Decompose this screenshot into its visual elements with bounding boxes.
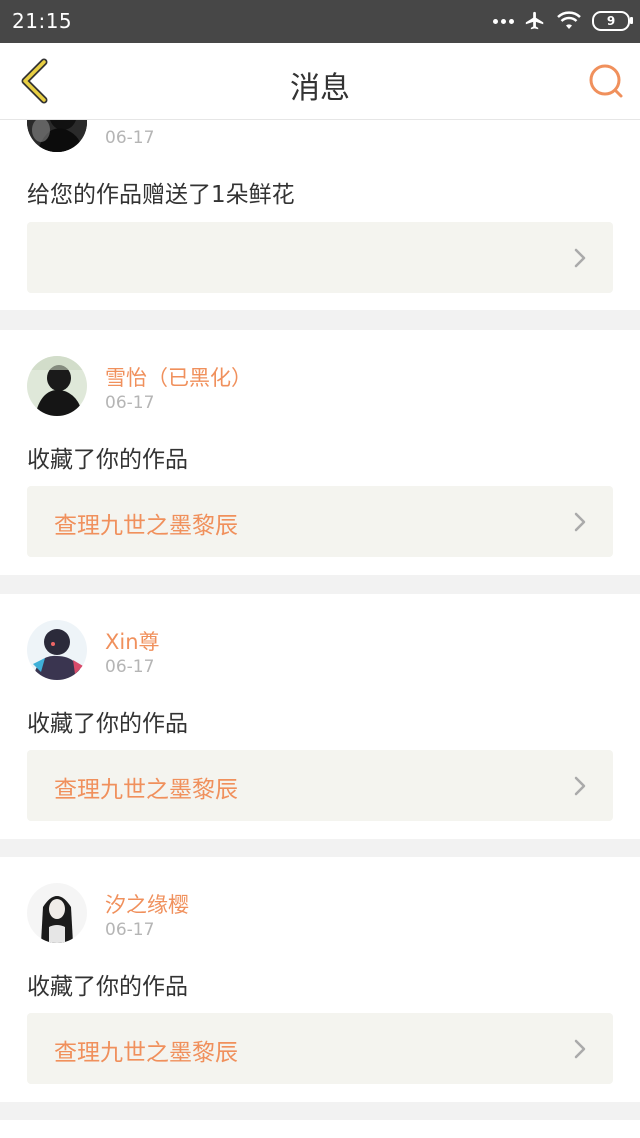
avatar[interactable]	[27, 120, 87, 152]
chevron-right-icon	[574, 248, 586, 268]
battery-level: 9	[606, 14, 616, 28]
battery-icon: 9	[592, 11, 633, 31]
chevron-right-icon	[574, 1039, 586, 1059]
message-card: Xin尊 06-17 收藏了你的作品 查理九世之墨黎辰	[0, 594, 640, 839]
message-feed: 06-17 给您的作品赠送了1朵鲜花 雪怡（已黑化） 06-17 收藏了你的作品…	[0, 120, 640, 1138]
wifi-icon	[557, 11, 581, 29]
work-link[interactable]: 查理九世之墨黎辰	[27, 1013, 613, 1084]
work-title: 查理九世之墨黎辰	[54, 1040, 238, 1066]
message-date: 06-17	[105, 128, 155, 148]
work-link[interactable]	[27, 222, 613, 293]
work-title: 查理九世之墨黎辰	[54, 777, 238, 803]
chevron-right-icon	[574, 512, 586, 532]
message-date: 06-17	[105, 657, 155, 677]
message-card: 06-17 给您的作品赠送了1朵鲜花	[0, 120, 640, 310]
work-link[interactable]: 查理九世之墨黎辰	[27, 486, 613, 557]
message-text: 收藏了你的作品	[27, 447, 188, 473]
search-button[interactable]	[586, 61, 626, 101]
status-bar: 21:15 9	[0, 0, 640, 43]
search-icon	[589, 64, 623, 98]
message-date: 06-17	[105, 393, 155, 413]
status-time: 21:15	[12, 9, 73, 33]
username[interactable]: 汐之缘樱	[105, 889, 189, 919]
avatar[interactable]	[27, 356, 87, 416]
message-date: 06-17	[105, 920, 155, 940]
message-text: 收藏了你的作品	[27, 974, 188, 1000]
avatar[interactable]	[27, 620, 87, 680]
message-text: 收藏了你的作品	[27, 711, 188, 737]
work-title: 查理九世之墨黎辰	[54, 513, 238, 539]
message-card: 雪怡（已黑化） 06-17 收藏了你的作品 查理九世之墨黎辰	[0, 330, 640, 575]
username[interactable]: 雪怡（已黑化）	[105, 362, 252, 392]
message-text: 给您的作品赠送了1朵鲜花	[27, 182, 295, 208]
status-icons: 9	[493, 8, 633, 34]
work-link[interactable]: 查理九世之墨黎辰	[27, 750, 613, 821]
avatar[interactable]	[27, 883, 87, 943]
more-dots-icon	[493, 18, 514, 24]
page-title: 消息	[290, 71, 350, 106]
message-card	[0, 1120, 640, 1138]
nav-bar: 消息	[0, 43, 640, 120]
airplane-icon	[525, 11, 544, 30]
message-card: 汐之缘樱 06-17 收藏了你的作品 查理九世之墨黎辰	[0, 857, 640, 1102]
username[interactable]: Xin尊	[105, 626, 160, 656]
chevron-right-icon	[574, 776, 586, 796]
